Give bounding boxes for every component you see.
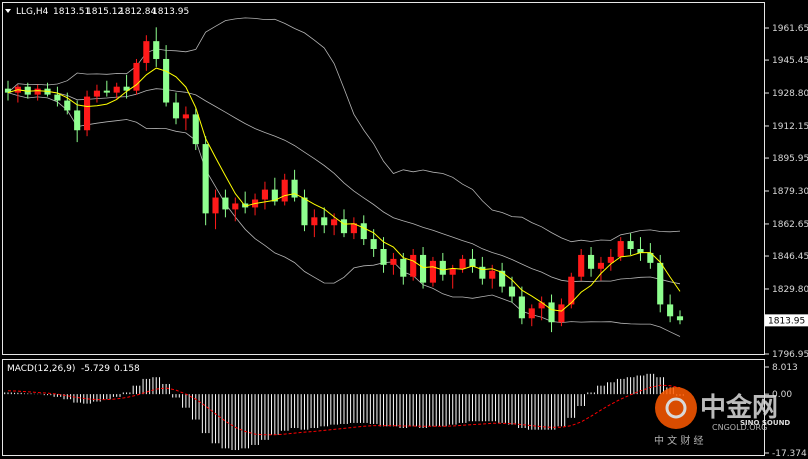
candle-bear: [360, 223, 367, 240]
low-value: 1812.84: [119, 7, 156, 17]
main-panel-frame: [2, 2, 765, 355]
candle-bull: [489, 270, 496, 279]
candle-bear: [439, 260, 446, 275]
candle-bear: [676, 316, 684, 321]
price-chart[interactable]: 1961.65 1945.45 1928.80 1912.15 1895.95 1879.…: [0, 0, 808, 459]
chart-header: LLG,H4 1813.51 1815.12 1812.84 1813.95: [5, 7, 189, 17]
candle-bear: [321, 217, 328, 226]
candle-bull: [311, 217, 318, 226]
candle-bear: [340, 219, 348, 234]
candle-bear: [54, 94, 61, 101]
candle-bear: [74, 110, 81, 131]
price-tick-label: 1895.95: [772, 154, 808, 164]
candle-bull: [261, 189, 269, 200]
close-value: 1813.95: [152, 7, 189, 17]
candle-bull: [597, 262, 605, 269]
candle-bear: [163, 58, 170, 103]
candle-bull: [83, 96, 91, 131]
candle-bull: [390, 258, 397, 265]
price-tick-label: 1879.30: [772, 187, 808, 197]
price-tick-label: 1945.45: [772, 56, 808, 66]
candle-bull: [93, 90, 101, 97]
candle-bear: [370, 239, 377, 249]
price-axis: 1961.65 1945.45 1928.80 1912.15 1895.95 1879.…: [765, 24, 808, 360]
candle-bear: [172, 102, 180, 119]
price-tick-label: 1862.65: [772, 220, 808, 230]
macd-name: MACD(12,26,9): [7, 364, 75, 374]
chevron-down-icon[interactable]: [5, 9, 11, 13]
candle-bull: [113, 86, 120, 93]
macd-tick-label: -17.374: [772, 449, 807, 459]
candle-bull: [429, 260, 437, 283]
cngold-logo-icon: [655, 387, 697, 429]
candle-bull: [281, 179, 288, 202]
bollinger-bands: [7, 17, 681, 337]
candle-bull: [558, 304, 565, 323]
bollinger-middle-band: [7, 88, 681, 285]
candle-bull: [578, 254, 585, 277]
candle-bear: [627, 241, 634, 249]
macd-main-value: -5.729: [81, 364, 110, 374]
watermark-tagline: 中 文 财 经: [654, 434, 704, 447]
candle-bear: [587, 254, 595, 269]
price-tick-label: 1829.80: [772, 285, 808, 295]
candle-bear: [508, 286, 516, 297]
candle-bear: [548, 302, 555, 323]
open-value: 1813.51: [53, 7, 90, 17]
high-value: 1815.12: [86, 7, 123, 17]
candle-bear: [419, 254, 427, 283]
chart-window: 1961.65 1945.45 1928.80 1912.15 1895.95 1879.…: [0, 0, 808, 459]
candle-bull: [459, 258, 466, 269]
watermark-sub: SINO SOUND: [740, 419, 790, 427]
candle-bear: [153, 41, 160, 59]
candle-bear: [222, 197, 229, 210]
candle-bull: [212, 197, 219, 214]
symbol-label: LLG,H4: [16, 7, 49, 17]
candle-bull: [34, 88, 41, 95]
candle-bull: [410, 254, 417, 277]
candles: [4, 27, 684, 333]
candle-bull: [617, 241, 624, 257]
macd-tick-label: 8.013: [772, 363, 798, 373]
candle-bear: [380, 248, 387, 265]
candle-bear: [657, 262, 664, 305]
candle-bear: [400, 258, 407, 277]
candle-bear: [64, 100, 71, 111]
candle-bear: [518, 296, 525, 319]
price-tick-label: 1846.45: [772, 252, 808, 262]
candle-bull: [331, 219, 338, 226]
current-price-label: 1813.95: [768, 316, 805, 326]
candle-bull: [182, 114, 189, 119]
price-tick-label: 1912.15: [772, 122, 808, 132]
candle-bull: [538, 302, 545, 309]
candle-bear: [499, 270, 506, 287]
macd-signal-value: 0.158: [114, 364, 140, 374]
candle-bear: [103, 90, 110, 93]
price-tick-label: 1928.80: [772, 89, 808, 99]
bollinger-upper-band: [7, 17, 681, 243]
candle-bear: [301, 197, 308, 226]
candle-bear: [192, 114, 199, 145]
price-tick-label: 1796.95: [772, 350, 808, 360]
candle-bear: [202, 144, 209, 214]
price-tick-label: 1961.65: [772, 24, 808, 34]
macd-header: MACD(12,26,9) -5.729 0.158: [7, 364, 140, 374]
candle-bull: [449, 268, 456, 275]
watermark: 中金网 CNGOLD.ORG 中 文 财 经 SINO SOUND: [654, 387, 790, 447]
candle-bull: [143, 41, 150, 63]
candle-bear: [667, 304, 674, 317]
macd-indicator: [4, 373, 684, 451]
candle-bull: [528, 308, 535, 319]
candle-bull: [232, 203, 239, 210]
